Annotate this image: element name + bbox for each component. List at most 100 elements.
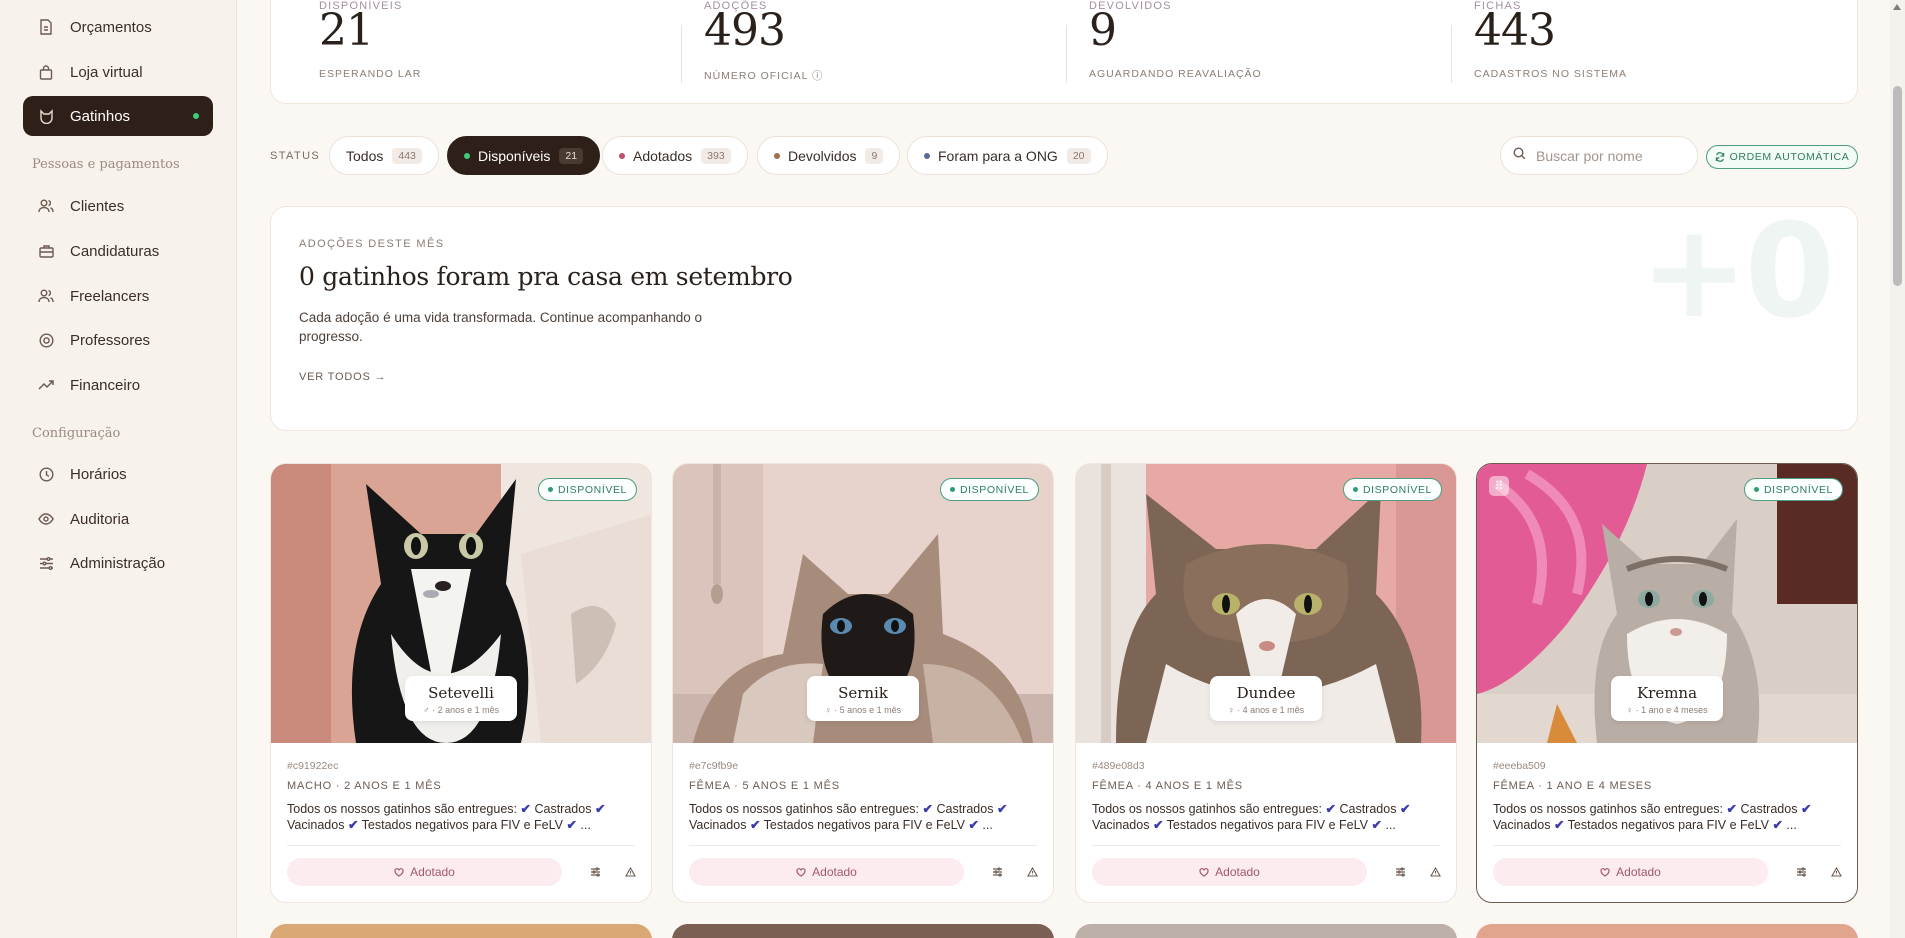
drag-handle-icon[interactable]: ⠿ xyxy=(1489,476,1509,496)
stat-value: 9 xyxy=(1089,5,1117,56)
cat-age: ♀ · 4 anos e 1 mês xyxy=(1227,705,1305,715)
desc-intro: Todos os nossos gatinhos são entregues: xyxy=(689,802,920,816)
check-icon: ✔ xyxy=(1772,817,1783,832)
cat-id: #eeeba509 xyxy=(1493,760,1546,772)
check-icon: ✔ xyxy=(1399,802,1411,816)
sidebar-item-clientes[interactable]: Clientes xyxy=(23,186,213,226)
status-dot xyxy=(547,487,553,492)
sidebar-item-orcamentos[interactable]: Orçamentos xyxy=(23,7,213,47)
chip-label: Devolvidos xyxy=(788,147,857,164)
eye-icon xyxy=(38,511,54,527)
warning-button[interactable] xyxy=(1826,862,1846,882)
cat-card-next-row[interactable] xyxy=(1476,924,1858,938)
cat-name: Sernik xyxy=(838,684,888,702)
warning-button[interactable] xyxy=(1425,862,1445,882)
cat-card[interactable]: DISPONÍVEL Dundee ♀ · 4 anos e 1 mês #48… xyxy=(1075,463,1457,903)
adopted-button[interactable]: Adotado xyxy=(689,858,964,886)
cat-meta: MACHO · 2 ANOS E 1 MÊS xyxy=(287,780,442,792)
cat-card[interactable]: DISPONÍVEL Sernik ♀ · 5 anos e 1 mês #e7… xyxy=(672,463,1054,903)
sidebar-item-freelancers[interactable]: Freelancers xyxy=(23,276,213,316)
divider xyxy=(1092,845,1440,846)
sidebar-item-professores[interactable]: Professores xyxy=(23,320,213,360)
warning-button[interactable] xyxy=(1022,862,1042,882)
cat-meta: FÊMEA · 5 ANOS E 1 MÊS xyxy=(689,780,840,792)
button-label: Adotado xyxy=(812,865,857,879)
heart-icon xyxy=(1199,867,1209,877)
scrollbar[interactable] xyxy=(1890,0,1905,938)
view-all-link[interactable]: VER TODOS → xyxy=(299,371,386,383)
sidebar: Orçamentos Loja virtual Gatinhos Pessoas… xyxy=(0,0,237,938)
sidebar-item-auditoria[interactable]: Auditoria xyxy=(23,499,213,539)
filter-chip-todos[interactable]: Todos 443 xyxy=(329,136,439,175)
settings-sliders-button[interactable] xyxy=(1791,862,1811,882)
cat-age: ♀ · 1 ano e 4 meses xyxy=(1626,705,1708,715)
button-label: Adotado xyxy=(1215,865,1260,879)
sidebar-item-loja-virtual[interactable]: Loja virtual xyxy=(23,52,213,92)
shopping-bag-icon xyxy=(38,64,54,80)
check-icon: ✔ xyxy=(566,817,577,832)
cat-icon xyxy=(38,108,54,124)
cat-photo[interactable]: DISPONÍVEL Dundee ♀ · 4 anos e 1 mês xyxy=(1076,464,1456,743)
check-icon: ✔ xyxy=(1553,817,1565,832)
trending-up-icon xyxy=(38,377,54,393)
cat-photo[interactable]: DISPONÍVEL Sernik ♀ · 5 anos e 1 mês xyxy=(673,464,1053,743)
big-number-watermark: +0 xyxy=(1639,206,1835,347)
divider xyxy=(1451,25,1452,83)
filter-chip-ong[interactable]: Foram para a ONG 20 xyxy=(907,136,1108,175)
desc-item: Castrados xyxy=(534,802,592,816)
desc-item: Vacinados xyxy=(287,817,345,832)
sidebar-item-candidaturas[interactable]: Candidaturas xyxy=(23,231,213,271)
adopted-button[interactable]: Adotado xyxy=(287,858,562,886)
filter-chip-adotados[interactable]: Adotados 393 xyxy=(602,136,748,175)
warning-button[interactable] xyxy=(620,862,640,882)
sidebar-item-administracao[interactable]: Administração xyxy=(23,543,213,583)
cat-card[interactable]: DISPONÍVEL Setevelli ♂ · 2 anos e 1 mês … xyxy=(270,463,652,903)
desc-item: Testados negativos para FIV e FeLV xyxy=(1567,817,1769,832)
section-title-config: Configuração xyxy=(32,426,121,441)
badge-label: DISPONÍVEL xyxy=(1362,483,1432,496)
sidebar-item-financeiro[interactable]: Financeiro xyxy=(23,365,213,405)
cat-meta: FÊMEA · 4 ANOS E 1 MÊS xyxy=(1092,780,1243,792)
settings-sliders-button[interactable] xyxy=(585,862,605,882)
cat-card[interactable]: ⠿ DISPONÍVEL Kremna ♀ · 1 ano e 4 meses … xyxy=(1476,463,1858,903)
divider xyxy=(681,25,682,83)
check-icon: ✔ xyxy=(1800,802,1812,816)
cat-card-next-row[interactable] xyxy=(672,924,1054,938)
cat-card-next-row[interactable] xyxy=(1075,924,1457,938)
stat-value: 21 xyxy=(319,5,374,56)
sidebar-item-label: Freelancers xyxy=(70,287,150,305)
search-box[interactable] xyxy=(1500,136,1698,175)
status-badge: DISPONÍVEL xyxy=(1342,478,1442,501)
desc-item: Castrados xyxy=(936,802,994,816)
cat-card-next-row[interactable] xyxy=(270,924,652,938)
cat-age: ♂ · 2 anos e 1 mês xyxy=(422,705,500,715)
desc-item: Testados negativos para FIV e FeLV xyxy=(763,817,965,832)
desc-item: Vacinados xyxy=(1493,817,1551,832)
sidebar-item-horarios[interactable]: Horários xyxy=(23,454,213,494)
settings-sliders-button[interactable] xyxy=(987,862,1007,882)
search-icon xyxy=(1513,146,1526,165)
cat-description: Todos os nossos gatinhos são entregues: … xyxy=(1493,802,1843,833)
sidebar-item-label: Loja virtual xyxy=(70,63,143,81)
filter-chip-devolvidos[interactable]: Devolvidos 9 xyxy=(757,136,901,175)
cat-photo[interactable]: ⠿ DISPONÍVEL Kremna ♀ · 1 ano e 4 meses xyxy=(1477,464,1857,743)
adopted-button[interactable]: Adotado xyxy=(1493,858,1768,886)
settings-sliders-button[interactable] xyxy=(1390,862,1410,882)
sidebar-item-label: Professores xyxy=(70,331,151,349)
cat-nameplate: Setevelli ♂ · 2 anos e 1 mês xyxy=(405,676,517,721)
cat-photo[interactable]: DISPONÍVEL Setevelli ♂ · 2 anos e 1 mês xyxy=(271,464,651,743)
auto-order-button[interactable]: ORDEM AUTOMÁTICA xyxy=(1706,145,1858,169)
scrollbar-thumb[interactable] xyxy=(1893,86,1902,286)
chip-count: 9 xyxy=(865,147,884,164)
sidebar-item-gatinhos[interactable]: Gatinhos xyxy=(23,96,213,136)
cat-description: Todos os nossos gatinhos são entregues: … xyxy=(287,802,637,833)
desc-intro: Todos os nossos gatinhos são entregues: xyxy=(1092,802,1323,816)
status-dot xyxy=(1352,487,1358,492)
desc-item: ... xyxy=(1786,817,1797,832)
filter-chip-disponiveis[interactable]: Disponíveis 21 xyxy=(447,136,601,175)
check-icon: ✔ xyxy=(749,817,761,832)
scroll-up-arrow-icon[interactable] xyxy=(1893,4,1901,10)
check-icon: ✔ xyxy=(1371,817,1382,832)
search-input[interactable] xyxy=(1536,147,1686,164)
adopted-button[interactable]: Adotado xyxy=(1092,858,1367,886)
